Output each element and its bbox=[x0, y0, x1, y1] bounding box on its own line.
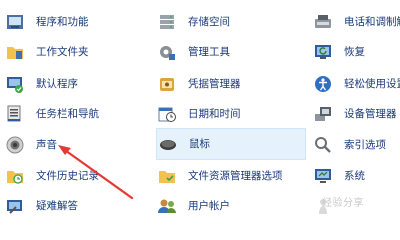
control-panel-all-items: 程序和功能 工作文件夹 默认程序 任务栏和导航 声音 文件历史记录 疑难解答 存… bbox=[0, 0, 400, 232]
annotation-arrow bbox=[58, 145, 134, 200]
